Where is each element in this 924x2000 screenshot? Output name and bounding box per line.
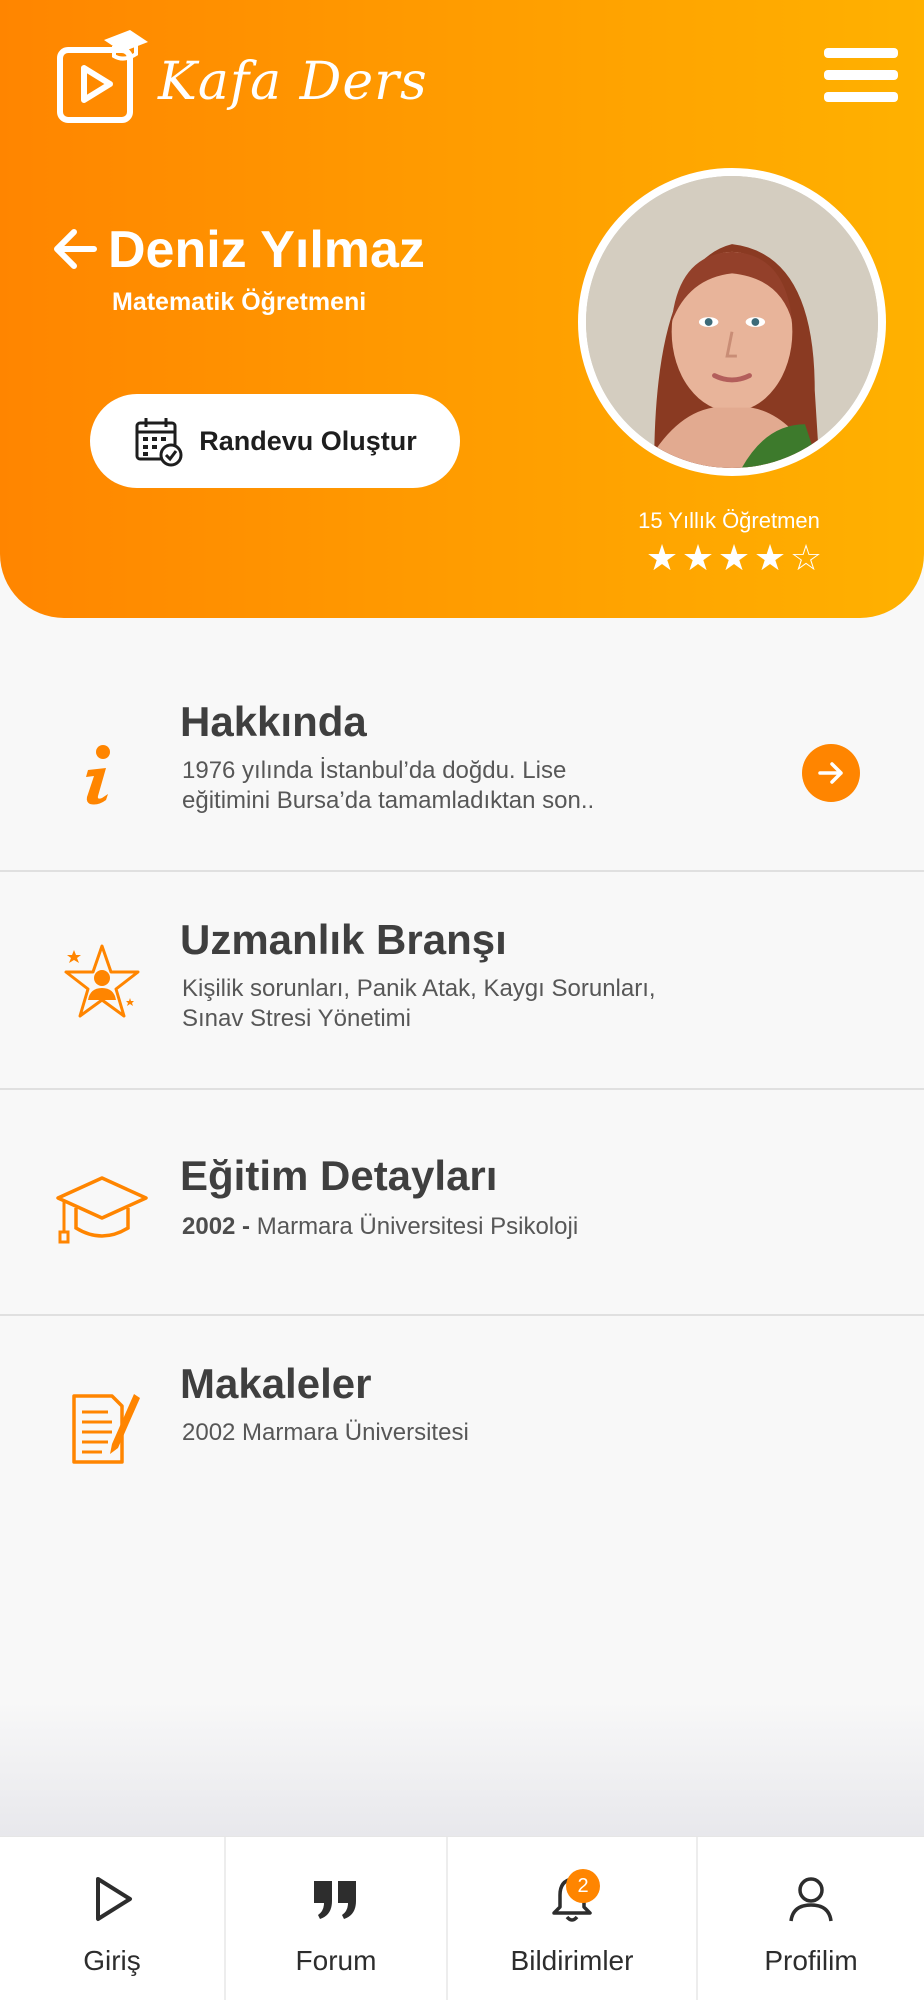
hamburger-menu-button[interactable] (824, 48, 898, 102)
articles-section: Makaleler 2002 Marmara Üniversitesi (0, 1316, 924, 1496)
calendar-check-icon (135, 418, 183, 467)
education-title: Eğitim Detayları (180, 1152, 498, 1199)
star-filled-icon: ★ (717, 537, 751, 578)
teacher-title: Matematik Öğretmeni (112, 288, 367, 316)
expertise-text-line1: Kişilik sorunları, Panik Atak, Kaygı Sor… (182, 975, 656, 1002)
info-icon (78, 744, 120, 806)
education-section: Eğitim Detayları 2002 - Marmara Üniversi… (0, 1090, 924, 1316)
nav-item-profilim[interactable]: Profilim (698, 1837, 924, 2000)
menu-line (824, 70, 898, 80)
teacher-profile-page: Kafa Ders Deniz Yılmaz Matematik Öğretme… (0, 0, 924, 2000)
user-icon (789, 1877, 833, 1922)
teacher-name: Deniz Yılmaz (108, 221, 425, 279)
star-empty-icon: ☆ (789, 537, 823, 578)
about-text-line1: 1976 yılında İstanbul’da doğdu. Lise (182, 757, 567, 784)
education-detail: Marmara Üniversitesi Psikoloji (256, 1213, 579, 1240)
about-title: Hakkında (180, 698, 367, 745)
teacher-avatar (578, 168, 886, 476)
about-section[interactable]: Hakkında 1976 yılında İstanbul’da doğdu.… (0, 652, 924, 872)
notification-badge: 2 (566, 1869, 600, 1903)
about-more-button[interactable] (802, 744, 860, 802)
nav-item-forum[interactable]: Forum (226, 1837, 448, 2000)
nav-item-bildirimler[interactable]: 2 Bildirimler (448, 1837, 698, 2000)
nav-label: Bildirimler (510, 1945, 634, 1976)
arrow-right-icon (818, 762, 843, 784)
education-text: 2002 - Marmara Üniversitesi Psikoloji (182, 1212, 578, 1242)
education-year: 2002 - (182, 1213, 251, 1240)
graduation-cap-icon (56, 1170, 148, 1250)
articles-title: Makaleler (180, 1360, 372, 1407)
articles-text: 2002 Marmara Üniversitesi (182, 1419, 469, 1446)
logo-text: Kafa Ders (158, 52, 428, 112)
quote-icon (314, 1881, 356, 1919)
experience-label: 15 Yıllık Öğretmen (638, 508, 820, 533)
app-logo[interactable]: Kafa Ders (56, 28, 428, 124)
profile-header: Kafa Ders Deniz Yılmaz Matematik Öğretme… (0, 0, 924, 618)
appointment-button-label: Randevu Oluştur (199, 425, 417, 456)
nav-label: Giriş (83, 1945, 141, 1976)
expertise-section: Uzmanlık Branşı Kişilik sorunları, Panik… (0, 872, 924, 1090)
about-text-line2: eğitimini Bursa’da tamamladıktan son.. (182, 787, 595, 814)
bottom-navigation: Giriş Forum 2 Bildirimler Profilim (0, 1836, 924, 2000)
teacher-portrait (586, 176, 878, 468)
star-rating: ★ ★ ★ ★ ☆ (644, 540, 824, 576)
nav-item-giris[interactable]: Giriş (0, 1837, 226, 2000)
bottom-fade (0, 1700, 924, 1836)
star-person-icon (64, 942, 140, 1022)
nav-label: Profilim (764, 1945, 858, 1976)
document-pen-icon (68, 1386, 142, 1468)
expertise-title: Uzmanlık Branşı (180, 916, 507, 963)
back-arrow-icon[interactable] (52, 226, 98, 272)
star-filled-icon: ★ (681, 537, 715, 578)
menu-line (824, 92, 898, 102)
expertise-text-line2: Sınav Stresi Yönetimi (182, 1005, 411, 1032)
nav-label: Forum (295, 1945, 377, 1976)
star-filled-icon: ★ (645, 537, 679, 578)
play-icon (96, 1877, 132, 1921)
menu-line (824, 48, 898, 58)
star-filled-icon: ★ (753, 537, 787, 578)
video-board-icon (57, 30, 148, 123)
create-appointment-button[interactable]: Randevu Oluştur (90, 394, 460, 488)
